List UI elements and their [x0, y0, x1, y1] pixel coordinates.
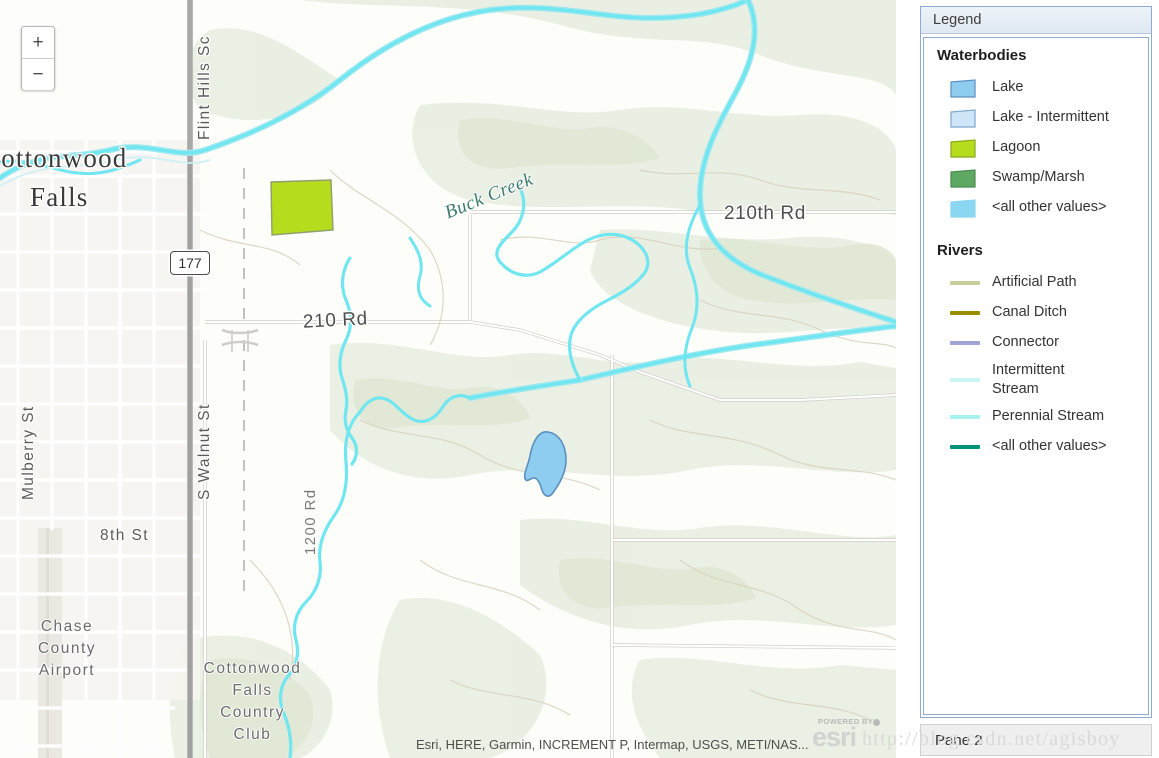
- legend-group-title: Waterbodies: [937, 47, 1027, 64]
- legend-item-label: Lake - Intermittent: [992, 109, 1109, 126]
- map-application: Cottonwood Falls Mulberry St S Walnut St…: [0, 0, 1159, 758]
- map-pane[interactable]: Cottonwood Falls Mulberry St S Walnut St…: [0, 0, 896, 758]
- legend-item-label: <all other values>: [992, 438, 1107, 455]
- line-swatch-icon: [950, 415, 982, 419]
- line-swatch-icon: [950, 311, 982, 315]
- line-swatch-icon: [950, 341, 982, 345]
- zoom-out-button[interactable]: −: [22, 59, 54, 90]
- legend-item-label: Swamp/Marsh: [992, 169, 1085, 186]
- polygon-swatch-icon: [950, 138, 982, 158]
- pane-2-label: Pane 2: [935, 731, 983, 749]
- legend-item-lagoon[interactable]: Lagoon: [924, 133, 1148, 163]
- legend-item-label: <all other values>: [992, 199, 1107, 216]
- line-swatch-icon: [950, 445, 982, 449]
- legend-item-label: Canal Ditch: [992, 304, 1067, 321]
- polygon-swatch-icon: [950, 198, 982, 218]
- line-swatch-icon: [950, 378, 982, 382]
- legend-title: Legend: [933, 12, 982, 28]
- esri-wordmark: esri: [812, 722, 857, 752]
- legend-item-label: Artificial Path: [992, 274, 1077, 291]
- highway-shield-177: 177: [170, 251, 210, 275]
- esri-logo-dot: [873, 718, 880, 726]
- legend-item-canal-ditch[interactable]: Canal Ditch: [924, 298, 1148, 328]
- legend-item-label: Lagoon: [992, 139, 1041, 156]
- legend-item-intermittent-stream[interactable]: Intermittent Stream: [924, 358, 1148, 402]
- legend-item-label: Intermittent Stream: [992, 361, 1065, 397]
- legend-item-lake[interactable]: Lake: [924, 73, 1148, 103]
- map-attribution: Esri, HERE, Garmin, INCREMENT P, Interma…: [416, 737, 809, 752]
- lagoon-polygon: [270, 179, 334, 236]
- legend-group-waterbodies: Waterbodies Lake Lake - Intermittent Lag…: [924, 47, 1148, 223]
- line-swatch-icon: [950, 281, 982, 285]
- legend-item-artificial-path[interactable]: Artificial Path: [924, 268, 1148, 298]
- legend-item-all-other-values-rivers[interactable]: <all other values>: [924, 432, 1148, 462]
- legend-group-rivers: Rivers Artificial Path Canal Ditch Conne…: [924, 242, 1148, 462]
- zoom-in-button[interactable]: +: [22, 27, 54, 59]
- legend-item-perennial-stream[interactable]: Perennial Stream: [924, 402, 1148, 432]
- polygon-swatch-icon: [950, 78, 982, 98]
- legend-panel: Legend Waterbodies Lake Lake - Intermitt…: [920, 6, 1152, 718]
- legend-item-all-other-values-waterbodies[interactable]: <all other values>: [924, 193, 1148, 223]
- zoom-control: + −: [21, 26, 55, 90]
- legend-item-label: Perennial Stream: [992, 408, 1105, 425]
- map-canvas[interactable]: [0, 0, 896, 758]
- legend-item-label: Connector: [992, 334, 1059, 351]
- legend-body[interactable]: Waterbodies Lake Lake - Intermittent Lag…: [923, 37, 1149, 715]
- legend-item-label: Lake: [992, 79, 1024, 96]
- esri-logo: POWERED BY esri: [810, 717, 894, 755]
- legend-item-swamp-marsh[interactable]: Swamp/Marsh: [924, 163, 1148, 193]
- polygon-swatch-icon: [950, 108, 982, 128]
- legend-item-lake-intermittent[interactable]: Lake - Intermittent: [924, 103, 1148, 133]
- legend-group-title: Rivers: [937, 242, 983, 259]
- polygon-swatch-icon: [950, 168, 982, 188]
- legend-item-connector[interactable]: Connector: [924, 328, 1148, 358]
- pane-2-bar[interactable]: Pane 2: [920, 724, 1152, 756]
- legend-header: Legend: [921, 7, 1151, 34]
